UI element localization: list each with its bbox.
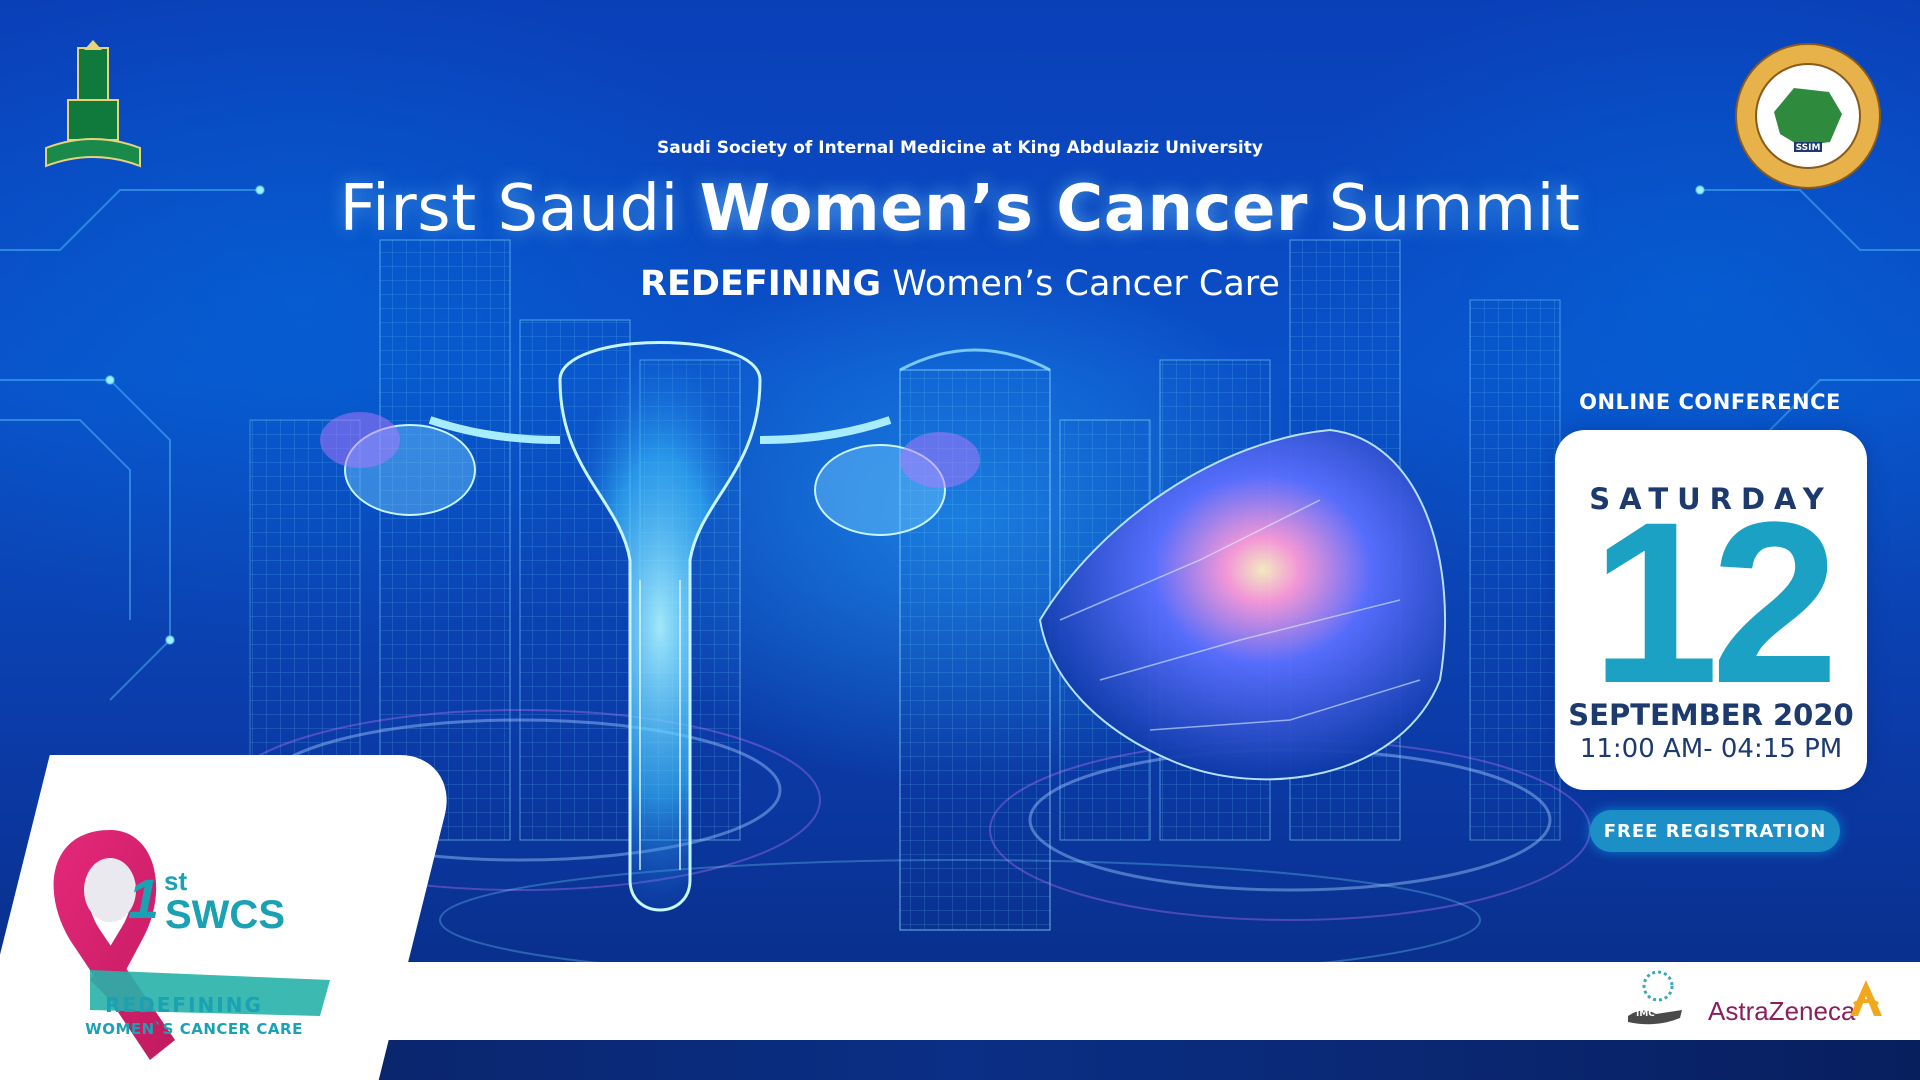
saudi-society-internal-medicine-logo: SSIM	[1735, 43, 1881, 189]
king-abdulaziz-university-logo	[45, 40, 141, 168]
swcs-tagline-2: WOMEN`S CANCER CARE	[85, 1020, 303, 1038]
summit-title: First Saudi Women’s Cancer Summit	[0, 172, 1920, 246]
free-registration-button[interactable]: FREE REGISTRATION	[1590, 810, 1840, 852]
title-prefix: First Saudi	[339, 172, 679, 246]
imc-logo: IMC	[1628, 970, 1682, 1025]
event-day: 12	[1591, 474, 1839, 731]
event-month-year: SEPTEMBER 2020	[1568, 698, 1854, 732]
svg-text:IMC: IMC	[1636, 1009, 1655, 1019]
date-card: SATURDAY 12 SEPTEMBER 2020 11:00 AM- 04:…	[1555, 430, 1867, 790]
title-suffix: Summit	[1328, 172, 1581, 246]
subtitle-emphasis: REDEFINING	[640, 264, 882, 304]
astrazeneca-logo-text: AstraZeneca	[1708, 996, 1856, 1026]
event-banner: SSIM Saudi Society of Internal Medicine …	[0, 0, 1920, 1080]
astrazeneca-symbol-icon	[1850, 980, 1882, 1016]
swcs-ordinal-number: 1	[128, 867, 160, 930]
subtitle-rest: Women’s Cancer Care	[892, 264, 1280, 304]
swcs-acronym: SWCS	[165, 893, 285, 937]
organizer-line: Saudi Society of Internal Medicine at Ki…	[657, 138, 1263, 158]
title-emphasis: Women’s Cancer	[699, 172, 1308, 246]
swcs-tagline-1: REDEFINING	[105, 993, 263, 1017]
event-format: ONLINE CONFERENCE	[1579, 390, 1841, 414]
summit-subtitle: REDEFINING Women’s Cancer Care	[0, 264, 1920, 304]
event-time: 11:00 AM- 04:15 PM	[1579, 734, 1843, 764]
